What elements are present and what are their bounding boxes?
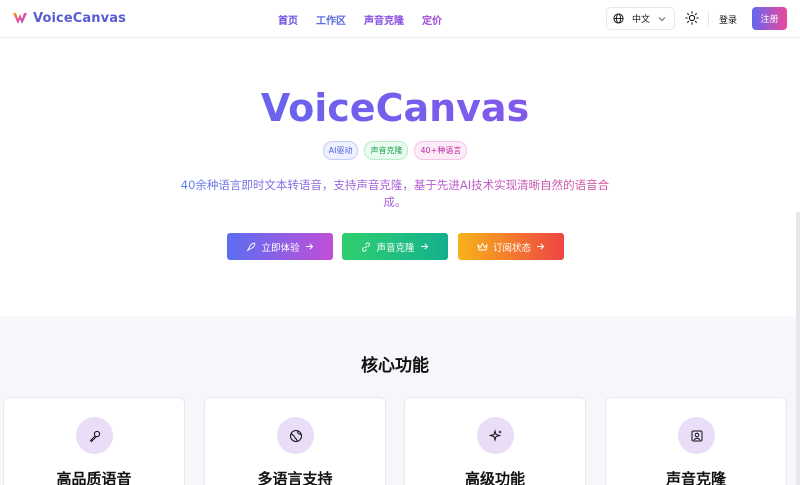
hero-tags: AI驱动 声音克隆 40+种语言	[0, 141, 790, 160]
login-button[interactable]: 登录	[719, 13, 737, 26]
rocket-icon	[247, 242, 256, 251]
crown-icon	[477, 242, 488, 250]
feature-icon-wrap	[477, 417, 514, 454]
feature-icon-wrap	[76, 417, 113, 454]
arrow-right-icon	[537, 243, 545, 250]
header-divider	[708, 11, 709, 27]
feature-title: 高级功能	[464, 470, 525, 485]
feature-title: 多语言支持	[257, 470, 333, 485]
feature-icon-wrap	[277, 417, 314, 454]
globe-icon	[289, 429, 302, 442]
microphone-icon	[89, 430, 100, 442]
feature-title: 声音克隆	[665, 470, 726, 485]
top-navbar: VoiceCanvas 首页 工作区 声音克隆 定价 中文 登录 注册	[0, 0, 800, 38]
feature-card-multilingual: 多语言支持	[204, 397, 386, 485]
user-square-icon	[691, 430, 702, 441]
nav-workspace[interactable]: 工作区	[316, 12, 346, 27]
feature-title: 高品质语音	[56, 470, 132, 485]
try-now-label: 立即体验	[261, 242, 300, 254]
tag-voice-clone: 声音克隆	[364, 141, 409, 160]
brand-logo[interactable]: VoiceCanvas	[12, 10, 126, 26]
brand-name: VoiceCanvas	[33, 10, 126, 26]
voice-clone-button[interactable]: 声音克隆	[342, 233, 448, 260]
features-title: 核心功能	[361, 356, 429, 376]
hero-subtitle: 40余种语言即时文本转语音，支持声音克隆，基于先进AI技术实现清晰自然的语音合成…	[180, 178, 610, 209]
nav-voice-clone[interactable]: 声音克隆	[364, 12, 404, 27]
main-nav: 首页 工作区 声音克隆 定价	[278, 12, 442, 27]
features-section: 核心功能 高品质语音 多语言支持 高级功能 声音克隆	[0, 316, 800, 485]
nav-home[interactable]: 首页	[278, 12, 298, 27]
sparkles-icon	[488, 428, 502, 442]
feature-card-quality: 高品质语音	[3, 397, 185, 485]
subscription-status-label: 订阅状态	[492, 242, 531, 254]
globe-icon	[613, 13, 624, 24]
feature-card-voice-clone: 声音克隆	[605, 397, 787, 485]
feature-card-advanced: 高级功能	[404, 397, 586, 485]
voice-clone-label: 声音克隆	[376, 242, 415, 254]
try-now-button[interactable]: 立即体验	[227, 233, 333, 260]
theme-toggle-sun-icon[interactable]	[685, 11, 699, 25]
signup-button[interactable]: 注册	[752, 7, 787, 30]
nav-pricing[interactable]: 定价	[422, 12, 442, 27]
feature-icon-wrap	[678, 417, 715, 454]
hero-title: VoiceCanvas	[0, 86, 790, 130]
arrow-right-icon	[305, 243, 313, 250]
arrow-right-icon	[420, 243, 428, 250]
language-select[interactable]: 中文	[606, 7, 675, 30]
chevron-down-icon	[658, 16, 666, 21]
logo-icon	[13, 13, 27, 24]
language-value: 中文	[632, 15, 651, 25]
link-icon	[362, 241, 371, 252]
tag-languages: 40+种语言	[414, 141, 468, 160]
tag-ai-driven: AI驱动	[322, 141, 359, 160]
page-scrollbar[interactable]	[796, 212, 800, 485]
subscription-status-button[interactable]: 订阅状态	[458, 233, 564, 260]
